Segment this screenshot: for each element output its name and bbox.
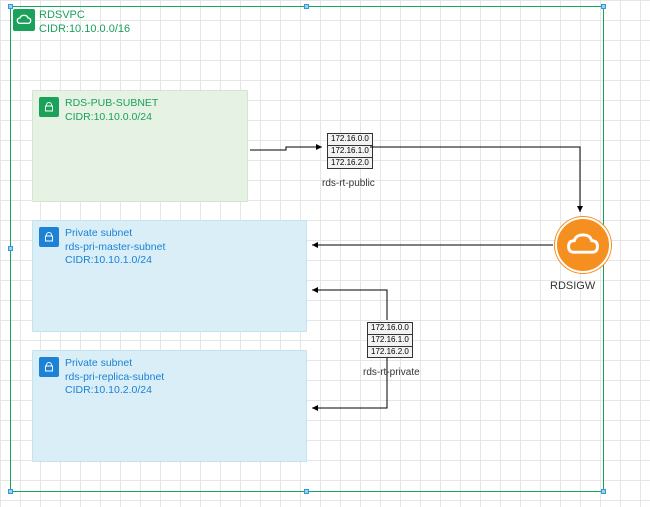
private-master-cidr: CIDR:10.10.1.0/24 (65, 254, 165, 268)
private-replica-cidr: CIDR:10.10.2.0/24 (65, 384, 164, 398)
public-subnet-title: RDS-PUB-SUBNET (65, 97, 158, 111)
cloud-icon (565, 232, 601, 258)
vpc-name: RDSVPC (39, 9, 130, 23)
rt-public-row: 172.16.0.0 (328, 134, 372, 146)
rt-private-row: 172.16.1.0 (368, 335, 412, 347)
private-replica-subnet[interactable]: Private subnet rds-pri-replica-subnet CI… (32, 350, 307, 462)
vpc-header: RDSVPC CIDR:10.10.0.0/16 (11, 7, 603, 39)
rt-private-label: rds-rt-private (363, 367, 420, 378)
igw-label: RDSIGW (550, 280, 595, 292)
lock-icon (39, 227, 59, 247)
rt-public-label: rds-rt-public (322, 178, 375, 189)
route-table-public[interactable]: 172.16.0.0 172.16.1.0 172.16.2.0 (327, 133, 373, 169)
rt-public-row: 172.16.1.0 (328, 146, 372, 158)
private-replica-title: Private subnet (65, 357, 164, 371)
private-master-name: rds-pri-master-subnet (65, 241, 165, 255)
vpc-cidr: CIDR:10.10.0.0/16 (39, 23, 130, 37)
internet-gateway[interactable] (555, 217, 611, 273)
private-master-title: Private subnet (65, 227, 165, 241)
cloud-icon (13, 9, 35, 31)
vpc-title: RDSVPC CIDR:10.10.0.0/16 (39, 9, 130, 37)
route-table-private[interactable]: 172.16.0.0 172.16.1.0 172.16.2.0 (367, 322, 413, 358)
rt-private-row: 172.16.2.0 (368, 347, 412, 358)
lock-icon (39, 357, 59, 377)
rt-public-row: 172.16.2.0 (328, 158, 372, 169)
public-subnet-cidr: CIDR:10.10.0.0/24 (65, 111, 158, 125)
rt-private-row: 172.16.0.0 (368, 323, 412, 335)
private-replica-name: rds-pri-replica-subnet (65, 371, 164, 385)
lock-icon (39, 97, 59, 117)
private-master-subnet[interactable]: Private subnet rds-pri-master-subnet CID… (32, 220, 307, 332)
public-subnet[interactable]: RDS-PUB-SUBNET CIDR:10.10.0.0/24 (32, 90, 248, 202)
